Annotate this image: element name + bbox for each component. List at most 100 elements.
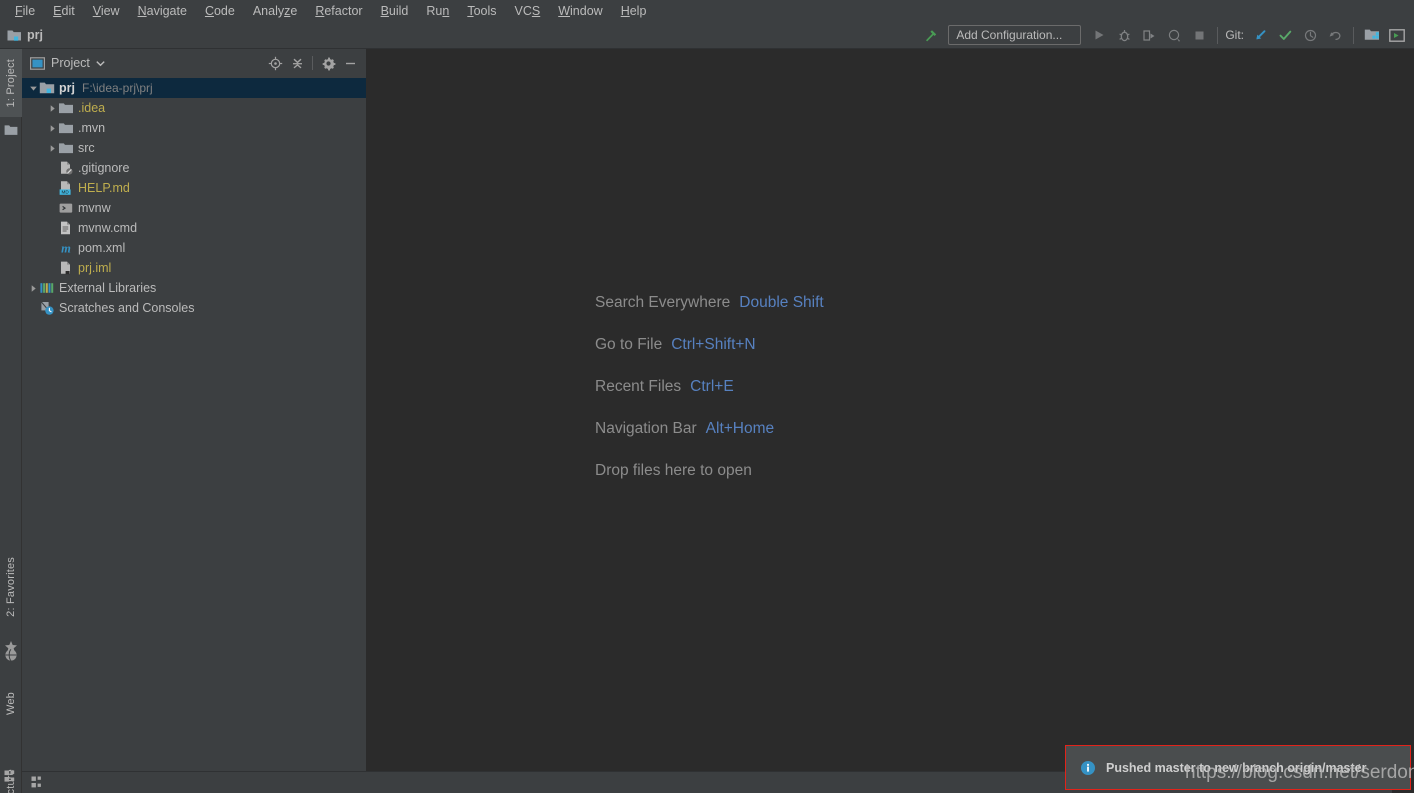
project-tool-window: Project prj F:\idea-prj\prj .idea .mvn s…	[22, 49, 367, 793]
hammer-icon[interactable]	[919, 24, 941, 46]
external-libraries-icon	[39, 280, 55, 296]
debug-icon[interactable]	[1113, 24, 1135, 46]
run-with-coverage-icon[interactable]	[1138, 24, 1160, 46]
notification-balloon[interactable]: Pushed master to new branch origin/maste…	[1065, 745, 1411, 790]
menu-item-tools[interactable]: Tools	[458, 1, 505, 21]
tree-node-help-md[interactable]: MD HELP.md	[22, 178, 366, 198]
svg-text:MD: MD	[62, 190, 70, 195]
run-configuration-label: Add Configuration...	[956, 28, 1063, 42]
project-panel-actions	[265, 53, 360, 73]
project-structure-icon[interactable]	[1361, 24, 1383, 46]
rollback-icon[interactable]	[1324, 24, 1346, 46]
menu-item-help[interactable]: Help	[612, 1, 656, 21]
project-panel-title: Project	[51, 56, 90, 70]
menu-item-build[interactable]: Build	[372, 1, 418, 21]
menu-item-window[interactable]: Window	[549, 1, 611, 21]
module-icon	[7, 29, 22, 42]
tree-node-src[interactable]: src	[22, 138, 366, 158]
tree-node-gitignore[interactable]: .gitignore	[22, 158, 366, 178]
chevron-right-icon[interactable]	[47, 123, 58, 134]
tree-node-prj[interactable]: prj F:\idea-prj\prj	[22, 78, 366, 98]
minimize-icon[interactable]	[340, 53, 360, 73]
tree-node-label: mvnw.cmd	[78, 221, 138, 235]
shortcut-hint-keys: Alt+Home	[705, 420, 775, 437]
run-configuration-selector[interactable]: Add Configuration...	[948, 25, 1082, 45]
tree-node-label: src	[78, 141, 95, 155]
tree-node-label: Scratches and Consoles	[59, 301, 195, 315]
tree-node-mvnw-cmd[interactable]: mvnw.cmd	[22, 218, 366, 238]
chevron-down-icon[interactable]	[96, 60, 105, 67]
shortcut-hint-keys: Double Shift	[739, 294, 824, 311]
tree-node-pom-xml[interactable]: m pom.xml	[22, 238, 366, 258]
menu-item-file[interactable]: File	[6, 1, 44, 21]
menu-item-view[interactable]: View	[84, 1, 129, 21]
menu-item-code[interactable]: Code	[196, 1, 244, 21]
notification-message: Pushed master to new branch origin/maste…	[1106, 760, 1367, 775]
project-tree[interactable]: prj F:\idea-prj\prj .idea .mvn src .gitignore…	[22, 77, 366, 793]
run-anything-icon[interactable]	[1386, 24, 1408, 46]
tree-node-label: .mvn	[78, 121, 106, 135]
sidebar-item-favorites-label: 2: Favorites	[5, 557, 17, 617]
shortcut-hint: Recent Files Ctrl+E	[595, 378, 824, 396]
tree-node-idea[interactable]: .idea	[22, 98, 366, 118]
tree-node-mvn[interactable]: .mvn	[22, 118, 366, 138]
tree-node-scratches-and-consoles[interactable]: Scratches and Consoles	[22, 298, 366, 318]
shortcut-hint: Go to File Ctrl+Shift+N	[595, 336, 824, 354]
toolbar-separator-1	[1217, 26, 1219, 44]
show-history-icon[interactable]	[1299, 24, 1321, 46]
folder-icon	[58, 100, 74, 116]
run-icon[interactable]	[1088, 24, 1110, 46]
menu-item-analyze[interactable]: Analyze	[244, 1, 306, 21]
window-title-label: prj	[27, 28, 43, 42]
info-icon	[1080, 760, 1096, 776]
scratches-icon	[39, 300, 55, 316]
chevron-right-icon[interactable]	[28, 283, 39, 294]
project-view-icon	[30, 56, 45, 70]
idea-window: File Edit View Navigate Code Analyze Refactor B…	[0, 0, 1414, 793]
git-label: Git:	[1225, 28, 1244, 42]
project-panel-header: Project	[22, 49, 366, 77]
sidebar-item-web[interactable]: Web	[0, 677, 22, 731]
menu-item-vcs[interactable]: VCS	[506, 1, 550, 21]
tree-node-label: prj	[59, 81, 75, 95]
scroll-from-source-icon[interactable]	[265, 53, 285, 73]
tree-node-external-libraries[interactable]: External Libraries	[22, 278, 366, 298]
panel-header-separator	[312, 56, 313, 70]
collapse-all-icon[interactable]	[287, 53, 307, 73]
menu-item-run[interactable]: Run	[417, 1, 458, 21]
maven-pom-icon: m	[58, 240, 74, 256]
menu-bar: File Edit View Navigate Code Analyze Refactor B…	[0, 0, 1414, 22]
shortcut-hint-keys: Ctrl+E	[690, 378, 734, 395]
commit-icon[interactable]	[1274, 24, 1296, 46]
chevron-right-icon[interactable]	[47, 143, 58, 154]
shortcut-hint-action: Search Everywhere	[595, 294, 731, 311]
profiler-icon[interactable]	[1163, 24, 1185, 46]
structure-icon[interactable]	[4, 770, 19, 785]
sidebar-item-favorites[interactable]: 2: Favorites	[0, 540, 22, 634]
gear-icon[interactable]	[318, 53, 338, 73]
main-toolbar: prj Add Configuration... Git:	[0, 22, 1414, 49]
menu-item-navigate[interactable]: Navigate	[129, 1, 196, 21]
chevron-down-icon[interactable]	[28, 83, 39, 94]
tree-node-label: pom.xml	[78, 241, 126, 255]
left-tool-window-strip: 1: Project 2: Favorites Web 7: Structure	[0, 49, 22, 793]
web-globe-icon[interactable]	[4, 648, 19, 663]
update-project-icon[interactable]	[1249, 24, 1271, 46]
sidebar-item-folder[interactable]	[0, 117, 22, 143]
chevron-right-icon[interactable]	[47, 103, 58, 114]
toolbar-actions: Add Configuration... Git:	[919, 22, 1414, 48]
cmd-file-icon	[58, 220, 74, 236]
tree-node-prj-iml[interactable]: prj.iml	[22, 258, 366, 278]
editor-empty-area: Search Everywhere Double Shift Go to File C…	[367, 49, 1414, 793]
tree-node-mvnw[interactable]: mvnw	[22, 198, 366, 218]
sidebar-item-project[interactable]: 1: Project	[0, 49, 22, 117]
show-tool-windows-icon[interactable]	[28, 774, 46, 792]
shortcut-hint-action: Recent Files	[595, 378, 682, 395]
tree-node-label: External Libraries	[59, 281, 157, 295]
tree-node-label: .idea	[78, 101, 106, 115]
shortcut-hint-keys: Ctrl+Shift+N	[671, 336, 756, 353]
stop-icon[interactable]	[1188, 24, 1210, 46]
menu-item-refactor[interactable]: Refactor	[306, 1, 371, 21]
toolbar-separator-2	[1353, 26, 1354, 44]
menu-item-edit[interactable]: Edit	[44, 1, 84, 21]
